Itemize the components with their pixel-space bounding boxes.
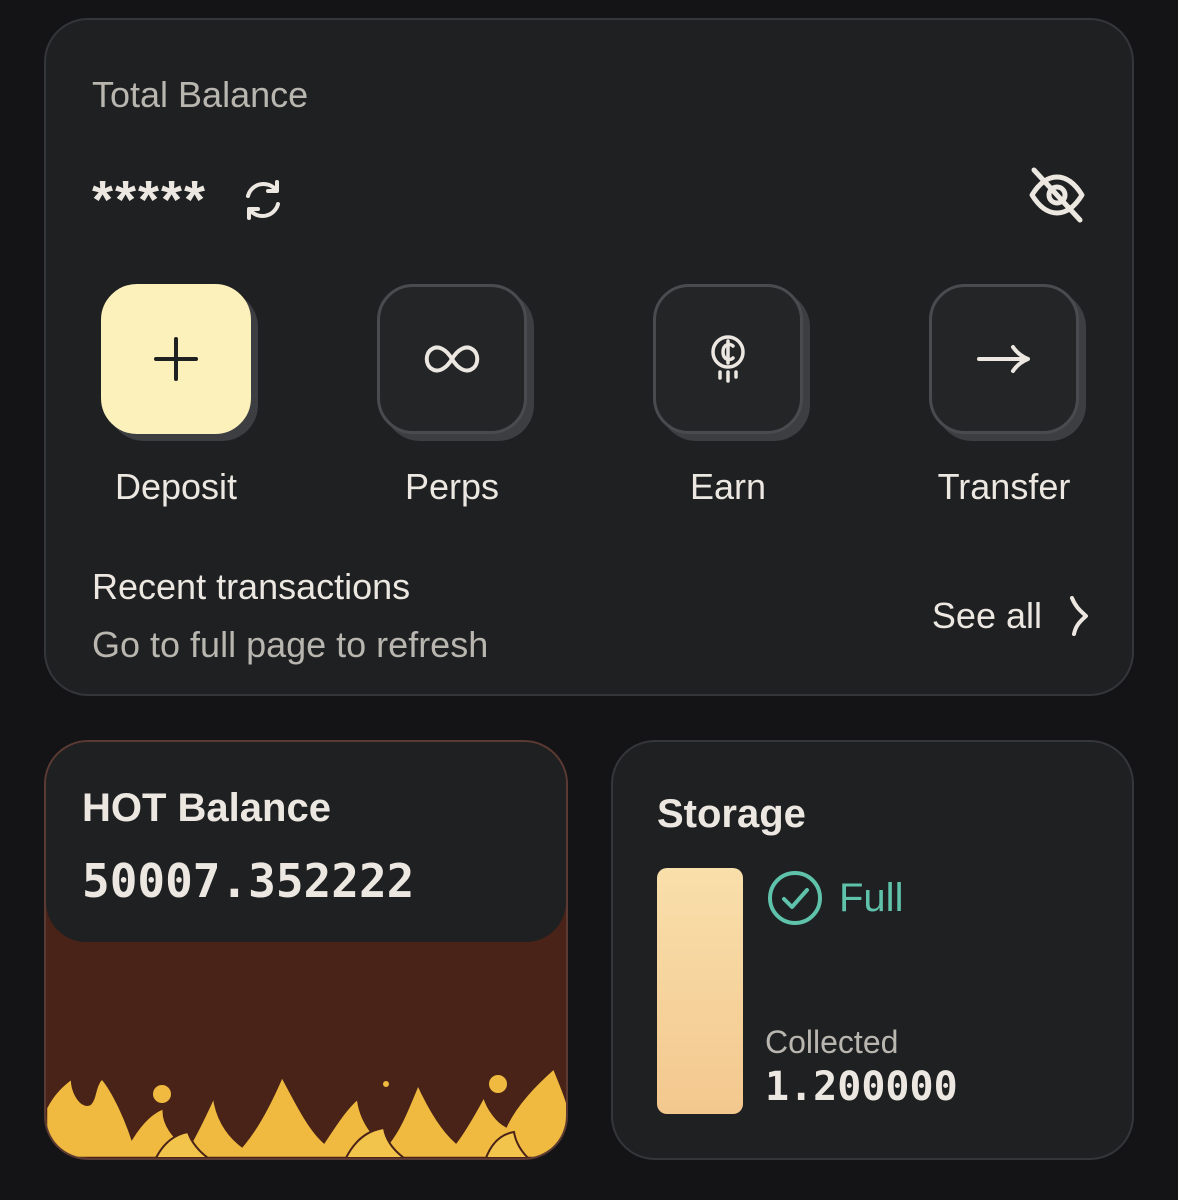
- earn-action[interactable]: Earn: [618, 284, 838, 508]
- collected-value: 1.200000: [765, 1064, 958, 1110]
- recent-transactions-title: Recent transactions: [92, 566, 411, 607]
- storage-status-text: Full: [839, 875, 904, 920]
- perps-button[interactable]: [377, 284, 527, 434]
- total-balance-label: Total Balance: [92, 74, 309, 115]
- eye-off-icon[interactable]: [1026, 164, 1088, 226]
- deposit-button[interactable]: [101, 284, 251, 434]
- hot-balance-title: HOT Balance: [82, 786, 331, 830]
- earn-button[interactable]: [653, 284, 803, 434]
- storage-card[interactable]: Storage Full Collected 1.200000: [611, 740, 1134, 1160]
- infinity-icon: [424, 345, 480, 373]
- transfer-button[interactable]: [929, 284, 1079, 434]
- transfer-label: Transfer: [937, 466, 1071, 507]
- storage-level-bar: [657, 868, 743, 1114]
- plus-icon: [154, 337, 198, 381]
- earn-label: Earn: [689, 466, 767, 507]
- coin-icon: [711, 335, 745, 383]
- storage-title: Storage: [657, 792, 806, 836]
- collected-label: Collected: [765, 1024, 899, 1060]
- check-circle-icon: [768, 871, 822, 925]
- storage-status: Full: [767, 870, 903, 926]
- arrow-right-icon: [977, 345, 1030, 373]
- balance-value: *****: [92, 170, 208, 230]
- chevron-right-icon: [1070, 596, 1088, 636]
- perps-action[interactable]: Perps: [342, 284, 562, 508]
- hot-balance-card[interactable]: HOT Balance 50007.352222: [44, 740, 568, 1160]
- wallet-card: Total Balance ***** Deposit Perps Earn T…: [44, 18, 1134, 696]
- deposit-label: Deposit: [114, 466, 238, 507]
- refresh-icon[interactable]: [237, 174, 289, 226]
- see-all-label: See all: [931, 595, 1042, 636]
- transfer-action[interactable]: Transfer: [894, 284, 1114, 508]
- recent-transactions-subtitle: Go to full page to refresh: [92, 624, 489, 665]
- deposit-action[interactable]: Deposit: [66, 284, 286, 508]
- balance-row: *****: [92, 170, 289, 230]
- fire-illustration: [46, 1065, 566, 1158]
- hot-balance-header: HOT Balance 50007.352222: [46, 742, 566, 942]
- hot-balance-value: 50007.352222: [82, 854, 415, 908]
- perps-label: Perps: [404, 466, 500, 507]
- see-all-link[interactable]: See all: [932, 594, 1090, 638]
